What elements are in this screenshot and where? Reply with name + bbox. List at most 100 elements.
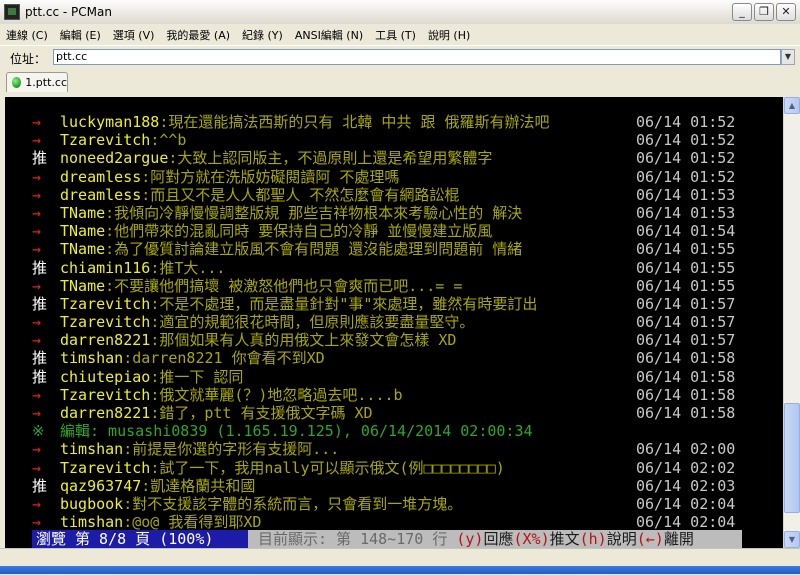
comment-time: 06/14 01:58 <box>636 385 736 404</box>
terminal-screen[interactable]: → luckyman188:現在還能搞法西斯的只有 北韓 中共 跟 俄羅斯有辦法吧… <box>5 97 783 548</box>
comment-time: 06/14 01:52 <box>636 131 736 150</box>
menu-history[interactable]: 紀錄 (Y) <box>236 27 289 43</box>
menu-tools[interactable]: 工具 (T) <box>369 27 422 43</box>
comment-text: :凱達格蘭共和國 <box>141 476 256 495</box>
push-mark: 推 <box>32 258 48 277</box>
menu-edit[interactable]: 編輯 (E) <box>54 27 107 43</box>
status-hints: 目前顯示: 第 148~170 行 (y)回應(X%)推文(h)說明(←)離開 <box>248 530 742 548</box>
arrow-mark: → <box>32 203 42 222</box>
comment-user: Tzarevitch <box>60 313 151 332</box>
tab-ptt[interactable]: 1.ptt.cc <box>6 72 68 92</box>
line-range: 目前顯示: 第 148~170 行 <box>258 530 448 548</box>
comment-user: TName <box>60 240 106 259</box>
arrow-mark: → <box>32 494 42 513</box>
comment-user: Tzarevitch <box>60 131 151 150</box>
hint-reply: 回應 <box>483 530 514 548</box>
comment-text: :試了一下，我用nally可以顯示俄文(例□□□□□□□□) <box>150 458 505 477</box>
comment-user: Tzarevitch <box>60 458 151 477</box>
comment-user: Tzarevitch <box>60 294 151 313</box>
arrow-mark: → <box>32 276 42 295</box>
comment-line: → darren8221:那個如果有人真的用俄文上來發文會怎樣 XD 06/14 0… <box>32 331 772 349</box>
terminal-lines: → luckyman188:現在還能搞法西斯的只有 北韓 中共 跟 俄羅斯有辦法吧… <box>32 113 772 531</box>
push-mark: 推 <box>32 294 48 313</box>
push-mark: 推 <box>32 349 48 368</box>
comment-user: chiamin116 <box>60 258 151 277</box>
comment-time: 06/14 01:55 <box>636 276 736 295</box>
scroll-down-button[interactable]: ▼ <box>784 531 800 548</box>
comment-text: :他們帶來的混亂同時 要保持自己的冷靜 並慢慢建立版風 <box>105 222 493 241</box>
comment-time: 06/14 01:57 <box>636 313 736 332</box>
comment-line: → TName:我傾向冷靜慢慢調整版規 那些吉祥物根本來考驗心性的 解決 06/14… <box>32 204 772 222</box>
comment-time: 06/14 02:00 <box>636 440 736 459</box>
push-mark: 推 <box>32 367 48 386</box>
push-mark: 推 <box>32 476 48 495</box>
key-help: (h) <box>579 530 607 548</box>
window-controls: _ ❐ ✕ <box>732 3 796 21</box>
comment-time: 06/14 01:58 <box>636 349 736 368</box>
arrow-mark: → <box>32 313 42 332</box>
comment-text: :不是不處理，而是盡量針對"事"來處理，雖然有時要訂出 <box>150 294 538 313</box>
arrow-mark: → <box>32 240 42 259</box>
comment-user: chiutepiao <box>60 367 151 386</box>
menu-ansi-edit[interactable]: ANSI編輯 (N) <box>289 27 369 43</box>
minimize-button[interactable]: _ <box>732 3 752 21</box>
comment-text: :我傾向冷靜慢慢調整版規 那些吉祥物根本來考驗心性的 解決 <box>105 203 523 222</box>
arrow-mark: → <box>32 404 42 422</box>
comment-line: 推 chiutepiao:推一下 認同 06/14 01:58 <box>32 368 772 386</box>
scroll-up-button[interactable]: ▲ <box>784 97 800 114</box>
key-push: (X%) <box>513 530 550 548</box>
close-button[interactable]: ✕ <box>776 3 796 21</box>
hint-push: 推文 <box>549 530 580 548</box>
comment-line: → luckyman188:現在還能搞法西斯的只有 北韓 中共 跟 俄羅斯有辦法吧… <box>32 113 772 131</box>
comment-text: :大致上認同版主，不過原則上還是希望用繁體字 <box>168 149 493 168</box>
comment-line: → TName:不要讓他們搞壞 被激怒他們也只會爽而已吧...= = 06/14 0… <box>32 277 772 295</box>
comment-user: darren8221 <box>60 331 151 350</box>
menu-options[interactable]: 選項 (V) <box>107 27 161 43</box>
address-input[interactable]: ptt.cc <box>53 49 781 65</box>
comment-user: dreamless <box>60 185 142 204</box>
arrow-mark: → <box>32 458 42 477</box>
connected-status-icon <box>12 77 22 88</box>
vertical-scrollbar[interactable]: ▲ ▼ <box>783 97 800 548</box>
restore-button[interactable]: ❐ <box>754 3 774 21</box>
arrow-mark: → <box>32 167 42 186</box>
menu-favorites[interactable]: 我的最愛 (A) <box>160 27 236 43</box>
pcman-app-icon <box>4 4 20 20</box>
comment-time: 06/14 01:58 <box>636 367 736 386</box>
comment-user: darren8221 <box>60 404 151 422</box>
comment-user: qaz963747 <box>60 476 142 495</box>
comment-user: dreamless <box>60 167 142 186</box>
arrow-mark: → <box>32 185 42 204</box>
comment-text: :適宜的規範很花時間，但原則應該要盡量堅守。 <box>150 313 475 332</box>
address-dropdown-button[interactable]: ▼ <box>781 49 795 65</box>
comment-line: 推 noneed2argue:大致上認同版主，不過原則上還是希望用繁體字 06/14… <box>32 149 772 167</box>
comment-time: 06/14 01:54 <box>636 222 736 241</box>
edit-mark: ※ <box>32 422 45 441</box>
comment-user: Tzarevitch <box>60 385 151 404</box>
comment-line: 推 timshan:darren8221 你會看不到XD 06/14 01:58 <box>32 349 772 367</box>
comment-user: noneed2argue <box>60 149 169 168</box>
tab-bar: 1.ptt.cc <box>0 70 800 94</box>
scroll-thumb[interactable] <box>784 403 800 513</box>
comment-time: 06/14 02:04 <box>636 494 736 513</box>
comment-time: 06/14 02:03 <box>636 476 736 495</box>
comment-line: 推 chiamin116:推T大... 06/14 01:55 <box>32 259 772 277</box>
comment-line: → dreamless:而且又不是人人都聖人 不然怎麼會有網路訟棍 06/14 01… <box>32 186 772 204</box>
comment-line: → bugbook:對不支援該字體的系統而言，只會看到一堆方塊。 06/14 02:… <box>32 495 772 513</box>
comment-text: :@o@ 我看得到耶XD <box>123 513 262 532</box>
page-indicator: 瀏覽 第 8/8 頁 (100%) <box>32 530 248 548</box>
comment-text: :^^b <box>150 131 187 150</box>
comment-line: → Tzarevitch:俄文就華麗(？)地忽略過去吧....b 06/14 01:… <box>32 386 772 404</box>
arrow-mark: → <box>32 113 42 131</box>
comment-line: → darren8221:錯了，ptt 有支援俄文字碼 XD 06/14 01:58 <box>32 404 772 422</box>
comment-time: 06/14 01:57 <box>636 294 736 313</box>
menu-connection[interactable]: 連線 (C) <box>0 27 54 43</box>
comment-time: 06/14 02:02 <box>636 458 736 477</box>
comment-time: 06/14 01:53 <box>636 203 736 222</box>
comment-text: :而且又不是人人都聖人 不然怎麼會有網路訟棍 <box>141 185 460 204</box>
menu-help[interactable]: 說明 (H) <box>422 27 476 43</box>
hint-leave: 離開 <box>663 530 694 548</box>
address-label: 位址： <box>10 51 47 66</box>
comment-time: 06/14 02:04 <box>636 513 736 532</box>
menu-bar: 連線 (C) 編輯 (E) 選項 (V) 我的最愛 (A) 紀錄 (Y) ANS… <box>0 24 800 45</box>
